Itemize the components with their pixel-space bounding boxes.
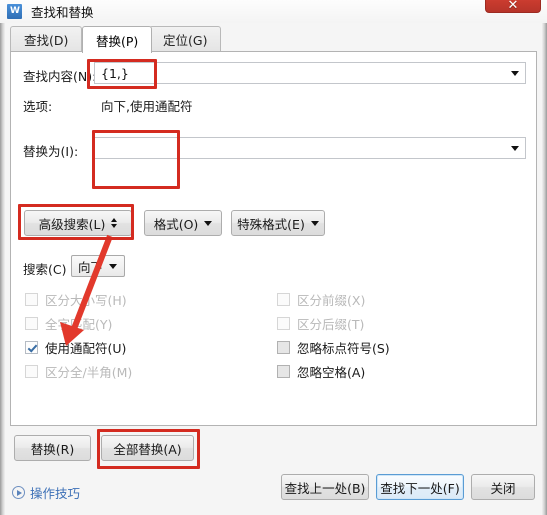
spinner-updown-icon xyxy=(111,218,118,228)
format-label: 格式(O) xyxy=(153,216,199,232)
replace-input-combo[interactable] xyxy=(94,137,526,159)
checkbox-whole-word: 全字匹配(Y) xyxy=(25,314,112,333)
find-replace-dialog: W 查找和替换 ✕ 查找(D) 替换(P) 定位(G) 查找内容(N): {1,… xyxy=(0,0,547,515)
close-window-button[interactable]: ✕ xyxy=(485,0,541,13)
tab-replace-label: 替换(P) xyxy=(96,33,139,49)
find-label: 查找内容(N): xyxy=(23,69,97,84)
close-button-label: 关闭 xyxy=(490,480,516,496)
window-title: 查找和替换 xyxy=(31,5,94,20)
chevron-down-icon xyxy=(511,70,519,76)
options-value: 向下,使用通配符 xyxy=(101,99,193,114)
search-direction-value: 向下 xyxy=(78,259,104,275)
checkbox-ignore-whitespace[interactable]: 忽略空格(A) xyxy=(277,362,365,381)
replace-all-button-label: 全部替换(A) xyxy=(113,441,182,457)
checkbox-ignore-whitespace-label: 忽略空格(A) xyxy=(297,365,366,380)
operation-tips-link[interactable]: 操作技巧 xyxy=(12,483,80,502)
play-circle-icon xyxy=(12,486,25,499)
tab-find[interactable]: 查找(D) xyxy=(10,26,83,52)
search-direction-label: 搜索(C) xyxy=(23,262,67,277)
chevron-down-icon xyxy=(109,263,118,269)
checkbox-whole-word-label: 全字匹配(Y) xyxy=(45,317,113,332)
find-input[interactable]: {1,} xyxy=(95,66,505,81)
checkbox-box xyxy=(25,365,38,378)
close-button[interactable]: 关闭 xyxy=(471,474,535,500)
tab-goto[interactable]: 定位(G) xyxy=(149,26,222,52)
replace-dropdown-button[interactable] xyxy=(505,138,525,158)
checkbox-box[interactable] xyxy=(277,365,290,378)
chevron-down-icon xyxy=(204,220,213,226)
window-edge-left xyxy=(0,23,5,515)
checkbox-match-width-label: 区分全/半角(M) xyxy=(45,365,133,380)
tab-find-label: 查找(D) xyxy=(24,33,69,48)
chevron-down-icon xyxy=(310,220,319,226)
find-next-label: 查找下一处(F) xyxy=(380,480,460,496)
replace-button-label: 替换(R) xyxy=(30,441,75,457)
checkbox-match-case-label: 区分大小写(H) xyxy=(45,293,127,308)
checkbox-box xyxy=(277,293,290,306)
checkbox-ignore-punctuation-label: 忽略标点符号(S) xyxy=(297,341,390,356)
options-label: 选项: xyxy=(23,99,53,114)
find-dropdown-button[interactable] xyxy=(505,63,525,83)
find-previous-label: 查找上一处(B) xyxy=(284,480,366,496)
operation-tips-label: 操作技巧 xyxy=(30,486,81,501)
advanced-search-label: 高级搜索(L) xyxy=(38,216,106,232)
chevron-down-icon xyxy=(511,145,519,151)
replace-all-button[interactable]: 全部替换(A) xyxy=(101,435,194,461)
tab-goto-label: 定位(G) xyxy=(163,33,208,48)
window-edge-right xyxy=(542,23,547,515)
checkbox-match-width: 区分全/半角(M) xyxy=(25,362,132,381)
wps-writer-w-icon: W xyxy=(7,3,22,19)
search-direction-select[interactable]: 向下 xyxy=(71,255,125,277)
checkbox-box xyxy=(25,293,38,306)
checkbox-box[interactable] xyxy=(277,341,290,354)
checkbox-match-case: 区分大小写(H) xyxy=(25,290,127,309)
checkbox-match-prefix-label: 区分前缀(X) xyxy=(297,293,366,308)
find-previous-button[interactable]: 查找上一处(B) xyxy=(281,474,369,500)
checkbox-match-suffix-label: 区分后缀(T) xyxy=(297,317,365,332)
replace-panel: 查找内容(N): {1,} 选项: 向下,使用通配符 替换为(I): 高级搜索(… xyxy=(10,51,537,426)
checkbox-ignore-punctuation[interactable]: 忽略标点符号(S) xyxy=(277,338,390,357)
format-button[interactable]: 格式(O) xyxy=(144,210,222,236)
tab-replace[interactable]: 替换(P) xyxy=(82,26,153,53)
checkbox-match-suffix: 区分后缀(T) xyxy=(277,314,364,333)
check-icon xyxy=(27,343,36,352)
find-next-button[interactable]: 查找下一处(F) xyxy=(376,474,464,500)
special-format-button[interactable]: 特殊格式(E) xyxy=(231,210,325,236)
replace-button[interactable]: 替换(R) xyxy=(14,435,91,461)
title-bar: W 查找和替换 xyxy=(0,0,547,23)
advanced-search-button[interactable]: 高级搜索(L) xyxy=(24,210,132,236)
checkbox-use-wildcards-label: 使用通配符(U) xyxy=(45,341,127,356)
special-format-label: 特殊格式(E) xyxy=(237,216,305,232)
tab-strip: 查找(D) 替换(P) 定位(G) xyxy=(6,26,541,53)
replace-label: 替换为(I): xyxy=(23,144,79,159)
checkbox-box xyxy=(277,317,290,330)
close-icon: ✕ xyxy=(507,0,519,13)
find-input-combo[interactable]: {1,} xyxy=(94,62,526,84)
checkbox-use-wildcards[interactable]: 使用通配符(U) xyxy=(25,338,126,357)
checkbox-match-prefix: 区分前缀(X) xyxy=(277,290,365,309)
checkbox-box xyxy=(25,317,38,330)
checkbox-box[interactable] xyxy=(25,341,38,354)
